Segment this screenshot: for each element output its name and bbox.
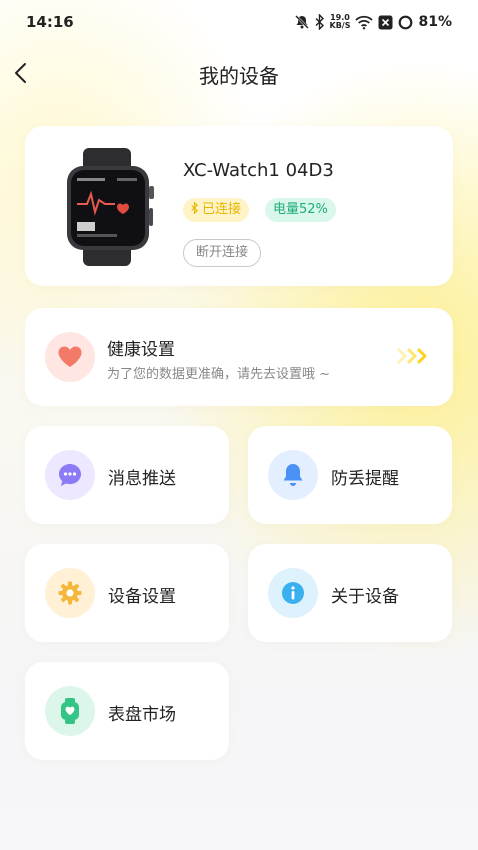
tile-anti-lost-alert[interactable]: 防丢提醒 <box>248 426 452 524</box>
message-icon-circle <box>45 450 95 500</box>
bell-icon <box>283 464 303 486</box>
mute-notification-icon <box>294 15 309 29</box>
status-time: 14:16 <box>26 13 74 31</box>
bell-icon-circle <box>268 450 318 500</box>
health-settings-card[interactable]: 健康设置 为了您的数据更准确，请先去设置哦 ~ <box>25 308 453 406</box>
net-speed: 19.0 KB/S <box>330 14 351 30</box>
smartwatch-image <box>67 148 154 266</box>
gear-icon-circle <box>45 568 95 618</box>
heart-icon <box>58 346 82 367</box>
health-icon-circle <box>45 332 95 382</box>
connection-status-badge: 已连接 <box>183 198 250 222</box>
health-settings-title: 健康设置 <box>107 340 175 360</box>
page-title: 我的设备 <box>199 64 279 88</box>
header: 我的设备 <box>0 48 478 100</box>
tile-label: 防丢提醒 <box>331 469 399 489</box>
device-name: XC-Watch1 04D3 <box>183 160 334 181</box>
tile-label: 设备设置 <box>108 587 176 607</box>
watch-face-icon-circle <box>45 686 95 736</box>
bluetooth-icon <box>191 201 198 215</box>
battery-ring-icon <box>399 15 413 29</box>
watch-face-icon <box>61 698 79 724</box>
gear-icon <box>58 581 82 605</box>
tile-device-settings[interactable]: 设备设置 <box>25 544 229 642</box>
status-bar: 14:16 19.0 KB/S 81% <box>0 0 478 46</box>
chevron-right-icon <box>397 348 427 364</box>
message-icon <box>59 464 81 486</box>
tile-watch-face-market[interactable]: 表盘市场 <box>25 662 229 760</box>
info-icon-circle <box>268 568 318 618</box>
battery-percentage: 81% <box>418 14 452 30</box>
tile-label: 表盘市场 <box>108 705 176 725</box>
tile-about-device[interactable]: 关于设备 <box>248 544 452 642</box>
system-icons: 19.0 KB/S 81% <box>294 12 452 32</box>
close-box-icon <box>378 15 393 29</box>
health-settings-subtitle: 为了您的数据更准确，请先去设置哦 ~ <box>107 367 331 382</box>
disconnect-button[interactable]: 断开连接 <box>183 239 262 267</box>
wifi-icon <box>355 15 374 29</box>
bluetooth-icon <box>315 14 324 30</box>
connection-status-text: 已连接 <box>202 202 242 217</box>
battery-badge: 电量52% <box>265 198 336 222</box>
info-icon <box>282 582 304 604</box>
net-speed-unit: KB/S <box>329 21 351 30</box>
device-card: XC-Watch1 04D3 已连接 电量52% 断开连接 <box>25 126 453 286</box>
tile-message-push[interactable]: 消息推送 <box>25 426 229 524</box>
tile-label: 消息推送 <box>108 469 176 489</box>
tile-label: 关于设备 <box>331 587 399 607</box>
